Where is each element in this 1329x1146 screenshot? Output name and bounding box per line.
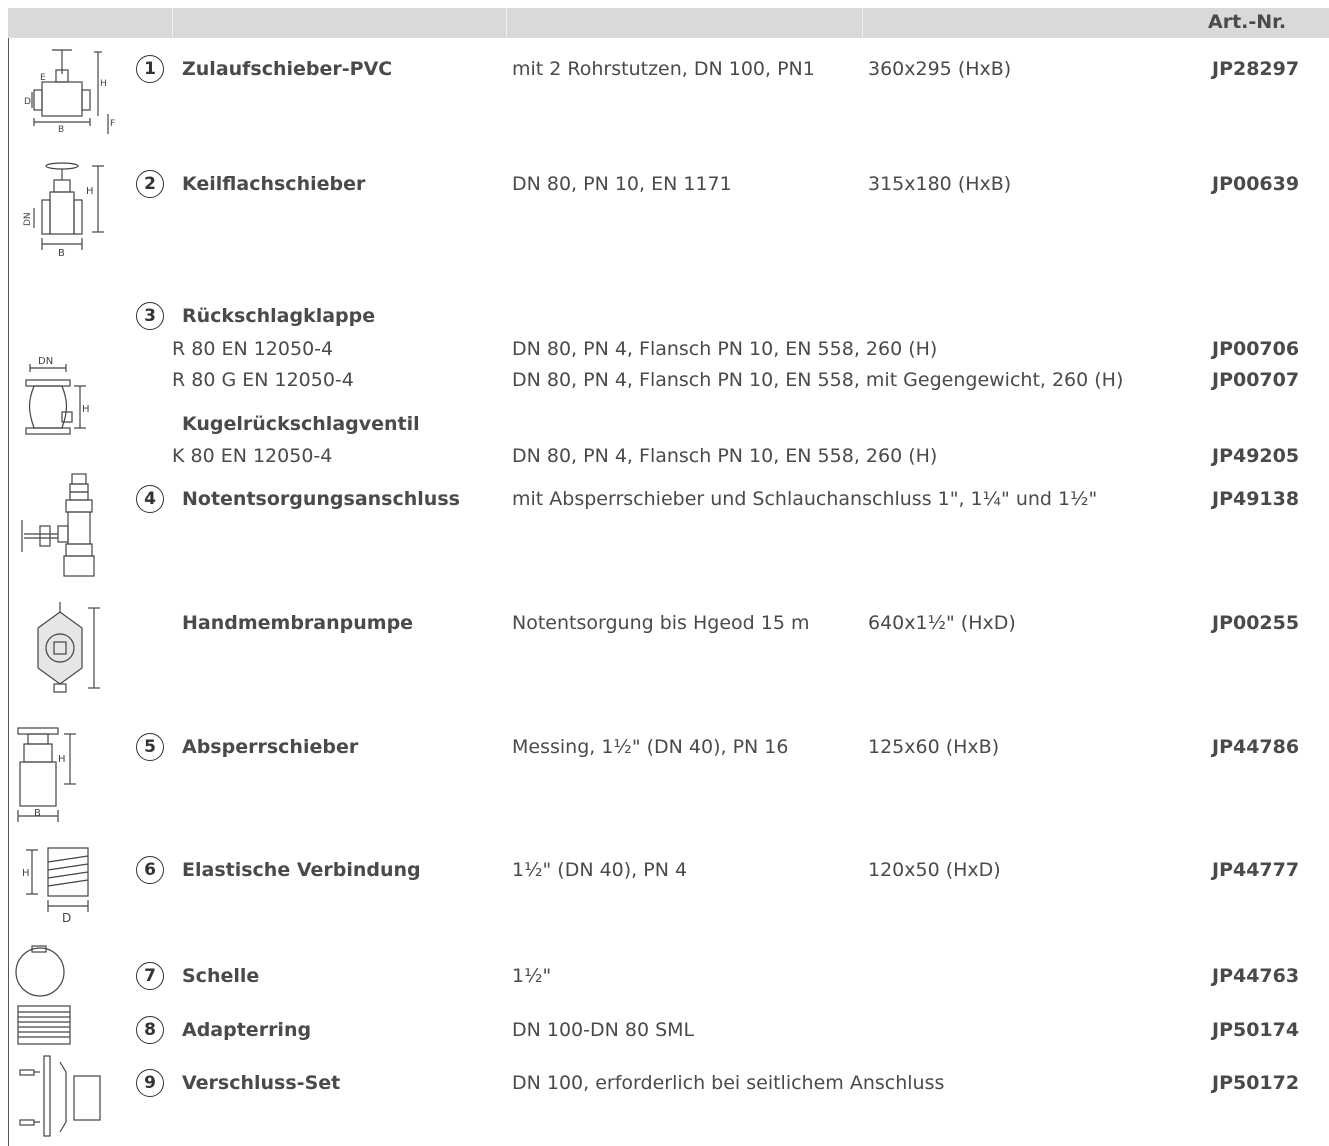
header-divider xyxy=(506,8,507,38)
product-description: DN 100, erforderlich bei seitlichem Ansc… xyxy=(512,1072,945,1094)
elastic-connector-drawing-icon: H D xyxy=(20,842,100,932)
product-description: DN 80, PN 4, Flansch PN 10, EN 558, 260 … xyxy=(512,445,938,467)
article-number: JP28297 xyxy=(1212,58,1300,80)
svg-text:H: H xyxy=(58,754,66,765)
item-number-badge: 6 xyxy=(136,856,164,884)
article-number: JP50172 xyxy=(1212,1072,1300,1094)
item-number-badge: 9 xyxy=(136,1069,164,1097)
product-name: Elastische Verbindung xyxy=(182,859,421,881)
svg-text:DN: DN xyxy=(23,212,33,226)
product-description: DN 100-DN 80 SML xyxy=(512,1019,695,1041)
item-number-badge: 5 xyxy=(136,733,164,761)
product-description: Notentsorgung bis Hgeod 15 m xyxy=(512,612,810,634)
svg-text:H: H xyxy=(86,186,94,197)
product-description: 1½" xyxy=(512,965,552,987)
product-name: Kugelrückschlagventil xyxy=(182,413,420,435)
article-number: JP00706 xyxy=(1212,338,1300,360)
item-number-badge: 8 xyxy=(136,1016,164,1044)
product-dimensions: 120x50 (HxD) xyxy=(868,859,1001,881)
product-name: Keilflachschieber xyxy=(182,173,366,195)
adapter-ring-drawing-icon xyxy=(16,1004,72,1048)
svg-text:DN: DN xyxy=(38,356,53,367)
article-number: JP44777 xyxy=(1212,859,1300,881)
product-description: mit Absperrschieber und Schlauchanschlus… xyxy=(512,488,1098,510)
product-description: DN 80, PN 4, Flansch PN 10, EN 558, 260 … xyxy=(512,338,938,360)
table-header xyxy=(8,8,1329,38)
header-divider xyxy=(172,8,173,38)
product-name: Rückschlagklappe xyxy=(182,305,376,327)
hand-diaphragm-pump-drawing-icon xyxy=(22,598,106,698)
svg-text:H: H xyxy=(100,79,107,89)
wedge-gate-valve-drawing-icon: B H DN xyxy=(14,160,114,270)
svg-text:D: D xyxy=(62,911,71,925)
product-description: DN 80, PN 10, EN 1171 xyxy=(512,173,732,195)
article-number: JP44786 xyxy=(1212,736,1300,758)
check-valve-drawing-icon: DN H xyxy=(20,356,100,446)
product-name: Notentsorgungsanschluss xyxy=(182,488,460,510)
product-description: mit 2 Rohrstutzen, DN 100, PN1 xyxy=(512,58,815,80)
product-description: Messing, 1½" (DN 40), PN 16 xyxy=(512,736,789,758)
product-name: Schelle xyxy=(182,965,260,987)
product-dimensions: 640x1½" (HxD) xyxy=(868,612,1016,634)
article-number: JP49205 xyxy=(1212,445,1300,467)
header-art-nr: Art.-Nr. xyxy=(1208,11,1287,33)
pipe-clamp-drawing-icon xyxy=(12,944,72,998)
article-number: JP50174 xyxy=(1212,1019,1300,1041)
left-rule xyxy=(8,38,9,1146)
svg-text:H: H xyxy=(82,404,90,415)
article-number: JP44763 xyxy=(1212,965,1300,987)
product-dimensions: 315x180 (HxB) xyxy=(868,173,1012,195)
product-name: Zulaufschieber-PVC xyxy=(182,58,393,80)
product-name: Handmembranpumpe xyxy=(182,612,414,634)
product-name: Absperrschieber xyxy=(182,736,359,758)
item-number-badge: 1 xyxy=(136,55,164,83)
product-description: DN 80, PN 4, Flansch PN 10, EN 558, mit … xyxy=(512,369,1124,391)
closure-set-drawing-icon xyxy=(16,1052,106,1142)
svg-text:B: B xyxy=(58,248,65,259)
product-name: Adapterring xyxy=(182,1019,312,1041)
svg-text:B: B xyxy=(34,808,41,819)
product-dimensions: 125x60 (HxB) xyxy=(868,736,1000,758)
item-number-badge: 7 xyxy=(136,962,164,990)
item-number-badge: 2 xyxy=(136,170,164,198)
variant-code: K 80 EN 12050-4 xyxy=(172,445,333,467)
article-number: JP49138 xyxy=(1212,488,1300,510)
variant-code: R 80 EN 12050-4 xyxy=(172,338,334,360)
product-description: 1½" (DN 40), PN 4 xyxy=(512,859,688,881)
gate-valve-pvc-drawing-icon: B E D H F xyxy=(12,44,120,146)
svg-text:D: D xyxy=(24,97,31,107)
svg-text:E: E xyxy=(40,73,46,83)
product-dimensions: 360x295 (HxB) xyxy=(868,58,1012,80)
article-number: JP00255 xyxy=(1212,612,1300,634)
item-number-badge: 3 xyxy=(136,302,164,330)
svg-text:H: H xyxy=(22,868,30,879)
svg-text:B: B xyxy=(58,125,64,135)
product-name: Verschluss-Set xyxy=(182,1072,341,1094)
shutoff-valve-drawing-icon: B H xyxy=(14,724,84,824)
article-number: JP00639 xyxy=(1212,173,1300,195)
article-number: JP00707 xyxy=(1212,369,1300,391)
svg-text:F: F xyxy=(110,119,115,129)
header-divider xyxy=(862,8,863,38)
emergency-connection-drawing-icon xyxy=(14,470,114,586)
variant-code: R 80 G EN 12050-4 xyxy=(172,369,354,391)
item-number-badge: 4 xyxy=(136,485,164,513)
